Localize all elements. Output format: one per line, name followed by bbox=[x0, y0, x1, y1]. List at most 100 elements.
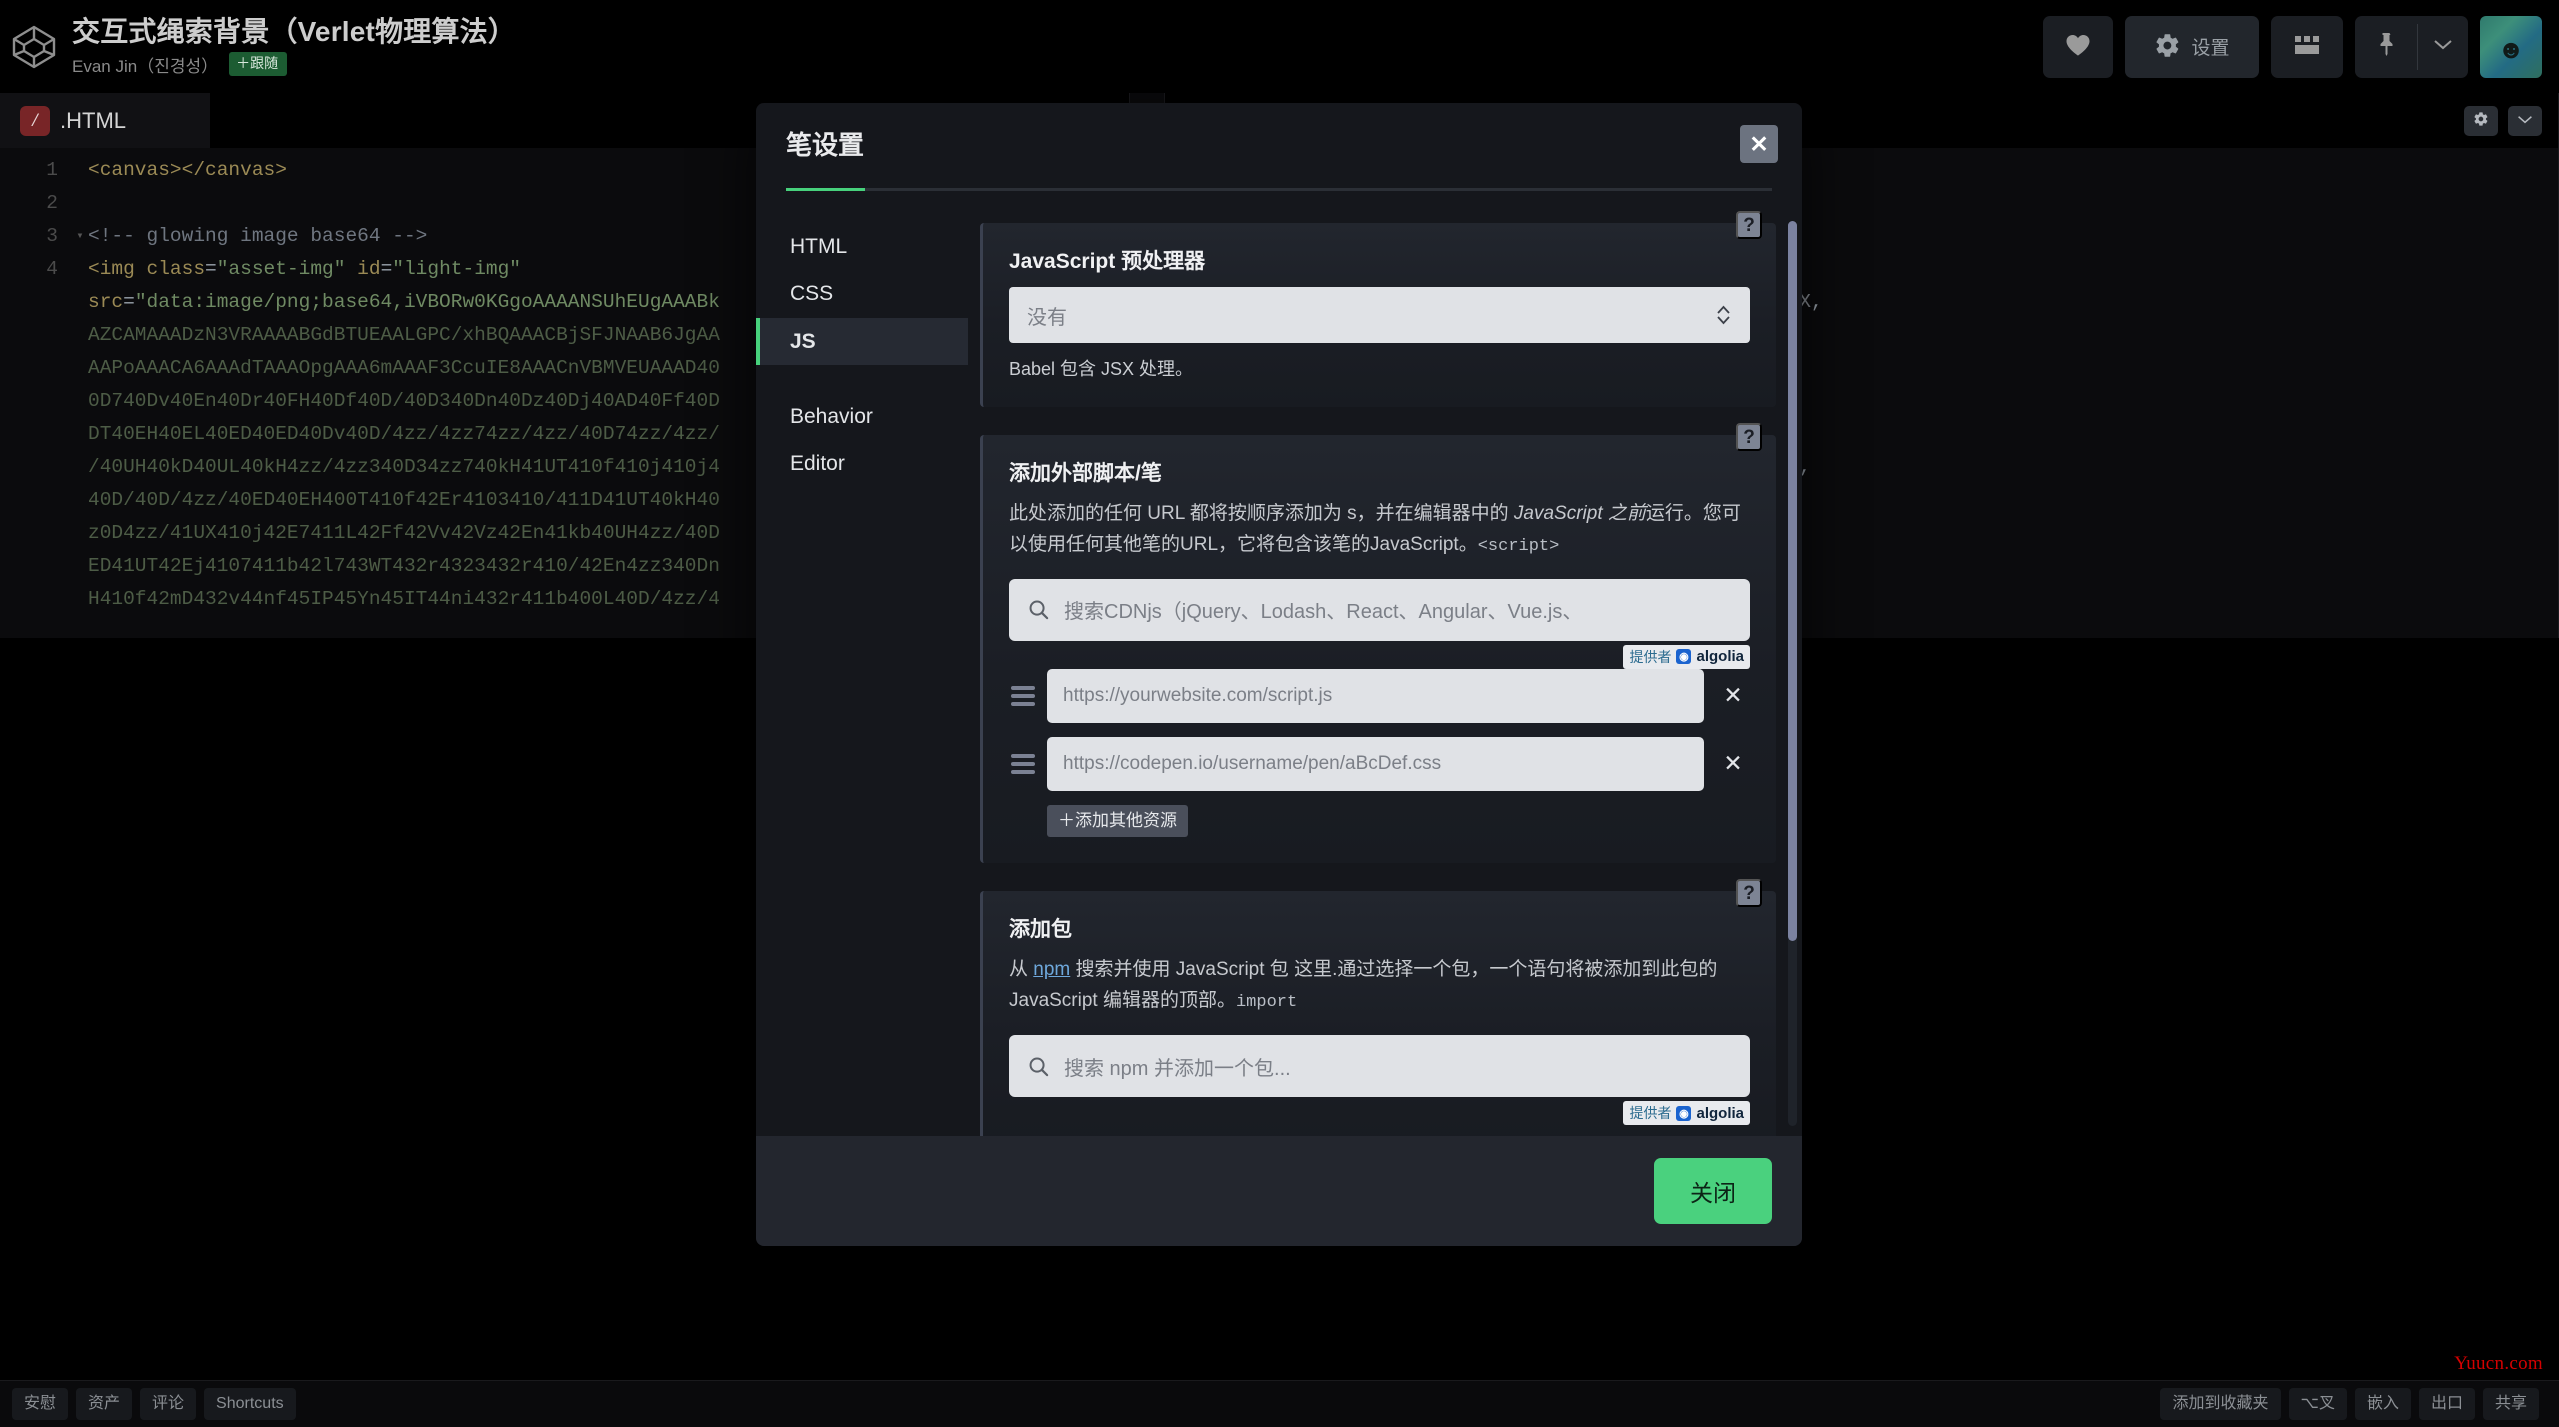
bottom-left-button-3[interactable]: Shortcuts bbox=[204, 1387, 296, 1421]
modal-content[interactable]: ? JavaScript 预处理器 没有 Babel 包含 JSX 处理。 ? … bbox=[968, 191, 1802, 1136]
modal-title: 笔设置 bbox=[786, 130, 865, 160]
avatar[interactable]: ☻ bbox=[2480, 15, 2542, 78]
pin-icon bbox=[2375, 31, 2397, 62]
npm-search-input[interactable]: 搜索 npm 并添加一个包... bbox=[1009, 1035, 1750, 1097]
sidebar-item-editor[interactable]: Editor bbox=[756, 440, 968, 487]
packages-desc: 从 npm 搜索并使用 JavaScript 包 这里.通过选择一个包，一个语句… bbox=[1009, 955, 1750, 1017]
pen-settings-modal: 笔设置 ✕ HTML CSS JS Behavior Editor ? JavaScri… bbox=[756, 103, 1802, 1246]
like-button[interactable] bbox=[2043, 15, 2113, 78]
cdn-search-placeholder: 搜索CDNjs（jQuery、Lodash、React、Angular、Vue.… bbox=[1064, 601, 1583, 624]
chevron-down-icon bbox=[2433, 38, 2453, 56]
apps-grid-button[interactable] bbox=[2271, 15, 2343, 78]
line-number bbox=[0, 286, 72, 319]
bottom-right-button-3[interactable]: 出口 bbox=[2418, 1387, 2475, 1421]
remove-resource-icon[interactable]: ✕ bbox=[1716, 752, 1750, 775]
bottom-right-button-1[interactable]: ⌥叉 bbox=[2288, 1387, 2347, 1421]
preprocessor-select-wrap: 没有 bbox=[1009, 287, 1750, 343]
line-number bbox=[0, 319, 72, 352]
gear-icon bbox=[2154, 32, 2181, 62]
external-desc-code: <script> bbox=[1477, 536, 1560, 556]
fold-toggle-icon[interactable] bbox=[72, 385, 88, 418]
question-help-icon[interactable]: ? bbox=[1736, 211, 1762, 239]
fold-toggle-icon[interactable] bbox=[72, 352, 88, 385]
sidebar-item-js[interactable]: JS bbox=[756, 317, 968, 365]
bottom-right-button-2[interactable]: 嵌入 bbox=[2354, 1387, 2411, 1421]
resource-url-input[interactable]: https://yourwebsite.com/script.js bbox=[1047, 668, 1704, 723]
resource-row: https://codepen.io/username/pen/aBcDef.c… bbox=[1009, 736, 1750, 791]
line-number: 1 bbox=[46, 159, 58, 181]
fold-toggle-icon[interactable] bbox=[72, 484, 88, 517]
modal-body: HTML CSS JS Behavior Editor ? JavaScript 预处理… bbox=[756, 191, 1802, 1136]
close-settings-button[interactable]: 关闭 bbox=[1654, 1158, 1772, 1224]
fold-toggle-icon[interactable] bbox=[72, 418, 88, 451]
external-desc-italic: JavaScript 之前 bbox=[1513, 503, 1646, 524]
chevron-down-icon bbox=[2517, 113, 2533, 128]
algolia-attribution-row-external: 提供者 ◉ algolia bbox=[1009, 641, 1750, 669]
bottom-right-button-4[interactable]: 共享 bbox=[2482, 1387, 2539, 1421]
cdn-search-input[interactable]: 搜索CDNjs（jQuery、Lodash、React、Angular、Vue.… bbox=[1009, 578, 1750, 641]
line-number bbox=[0, 352, 72, 385]
html-badge-icon: / bbox=[20, 105, 50, 136]
packages-desc-part2: 搜索并使用 JavaScript 包 这里.通过选择一个包，一个语句将被添加到此… bbox=[1009, 959, 1718, 1012]
fold-toggle-icon[interactable] bbox=[72, 517, 88, 550]
settings-button[interactable]: 设置 bbox=[2125, 15, 2259, 78]
add-resource-button[interactable]: ＋添加其他资源 bbox=[1047, 804, 1188, 838]
line-number bbox=[0, 418, 72, 451]
modal-sidebar: HTML CSS JS Behavior Editor bbox=[756, 191, 968, 1136]
drag-handle-icon[interactable] bbox=[1009, 685, 1035, 706]
external-scripts-card: ? 添加外部脚本/笔 此处添加的任何 URL 都将按顺序添加为 s，并在编辑器中… bbox=[980, 423, 1776, 864]
pin-dropdown-button[interactable] bbox=[2418, 16, 2468, 78]
fold-toggle-icon[interactable] bbox=[72, 451, 88, 484]
bottom-left-button-1[interactable]: 资产 bbox=[76, 1387, 133, 1421]
preprocessor-selected-value: 没有 bbox=[1027, 306, 1067, 329]
modal-progress-fill bbox=[786, 188, 865, 191]
js-tab-actions bbox=[2464, 93, 2558, 148]
gear-icon bbox=[2473, 111, 2489, 130]
tab-html[interactable]: / .HTML bbox=[0, 93, 210, 148]
sidebar-item-html[interactable]: HTML bbox=[756, 223, 968, 270]
preprocessor-card: ? JavaScript 预处理器 没有 Babel 包含 JSX 处理。 bbox=[980, 211, 1776, 407]
sidebar-item-behavior[interactable]: Behavior bbox=[756, 393, 968, 440]
bottom-left-button-0[interactable]: 安慰 bbox=[12, 1387, 69, 1421]
line-number bbox=[0, 451, 72, 484]
resource-rows: https://yourwebsite.com/script.js ✕ https:… bbox=[1009, 668, 1750, 791]
pin-button[interactable] bbox=[2355, 16, 2417, 78]
packages-title: 添加包 bbox=[1009, 918, 1072, 942]
modal-scrollbar-thumb[interactable] bbox=[1788, 221, 1797, 941]
modal-footer: 关闭 bbox=[756, 1136, 1802, 1246]
fold-toggle-icon[interactable] bbox=[72, 154, 88, 187]
algolia-name: algolia bbox=[1696, 648, 1744, 666]
npm-search-placeholder: 搜索 npm 并添加一个包... bbox=[1064, 1057, 1291, 1080]
fold-toggle-icon[interactable] bbox=[72, 253, 88, 286]
question-help-icon[interactable]: ? bbox=[1736, 423, 1762, 451]
author-name[interactable]: Evan Jin（진경성） bbox=[72, 52, 218, 77]
tab-html-label: .HTML bbox=[60, 107, 126, 133]
grid-icon bbox=[2293, 33, 2321, 60]
algolia-prefix: 提供者 bbox=[1629, 648, 1672, 665]
remove-resource-icon[interactable]: ✕ bbox=[1716, 684, 1750, 707]
sidebar-item-css[interactable]: CSS bbox=[756, 270, 968, 317]
bottom-left-button-2[interactable]: 评论 bbox=[140, 1387, 197, 1421]
line-number bbox=[0, 385, 72, 418]
drag-handle-icon[interactable] bbox=[1009, 753, 1035, 774]
bottom-toolbar-left: 安慰 资产 评论 Shortcuts bbox=[12, 1387, 304, 1421]
fold-toggle-icon[interactable] bbox=[72, 286, 88, 319]
algolia-mark-icon: ◉ bbox=[1676, 649, 1692, 665]
preprocessor-select[interactable]: 没有 bbox=[1009, 287, 1750, 343]
question-help-icon[interactable]: ? bbox=[1736, 879, 1762, 908]
npm-link[interactable]: npm bbox=[1033, 959, 1070, 980]
fold-toggle-icon[interactable] bbox=[72, 583, 88, 616]
bottom-right-button-0[interactable]: 添加到收藏夹 bbox=[2160, 1387, 2281, 1421]
fold-toggle-icon[interactable]: ▾ bbox=[72, 220, 88, 253]
js-collapse-button[interactable] bbox=[2508, 105, 2542, 136]
close-icon[interactable]: ✕ bbox=[1740, 125, 1778, 163]
fold-toggle-icon[interactable] bbox=[72, 550, 88, 583]
resource-url-input[interactable]: https://codepen.io/username/pen/aBcDef.c… bbox=[1047, 736, 1704, 791]
pen-title-block: 交互式绳索背景（Verlet物理算法） Evan Jin（진경성） ＋跟随 bbox=[72, 16, 516, 77]
js-settings-button[interactable] bbox=[2464, 105, 2498, 136]
fold-toggle-icon[interactable] bbox=[72, 319, 88, 352]
follow-button[interactable]: ＋跟随 bbox=[229, 51, 288, 77]
fold-toggle-icon[interactable] bbox=[72, 187, 88, 220]
line-number: 2 bbox=[46, 192, 58, 214]
